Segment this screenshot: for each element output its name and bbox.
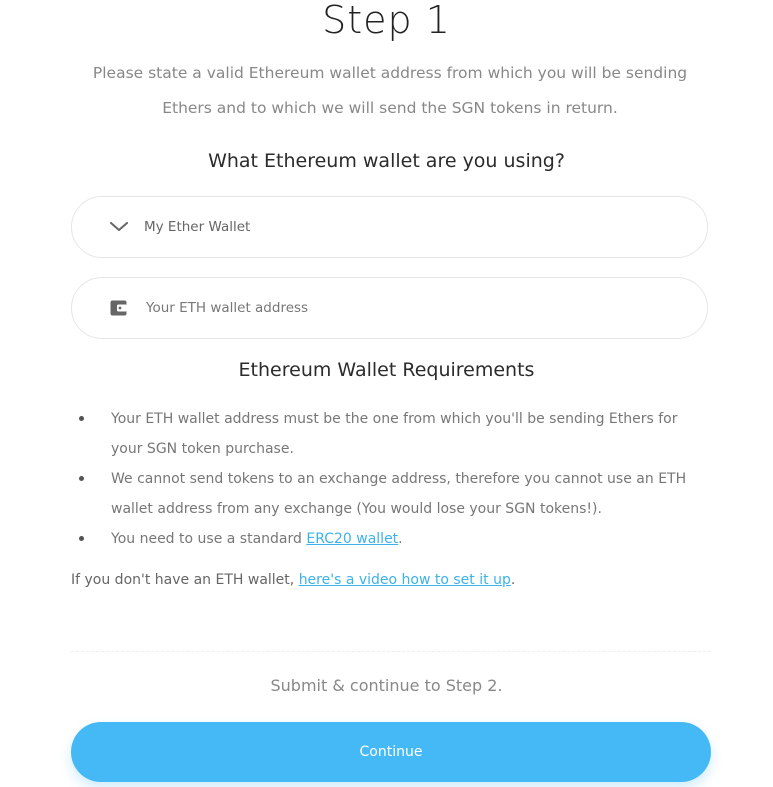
chevron-down-icon bbox=[108, 216, 130, 238]
list-item: We cannot send tokens to an exchange add… bbox=[71, 464, 711, 524]
setup-video-link[interactable]: here's a video how to set it up bbox=[299, 572, 511, 588]
bullet bbox=[79, 416, 84, 421]
wallet-address-field bbox=[71, 277, 708, 339]
requirements-title: Ethereum Wallet Requirements bbox=[238, 359, 535, 381]
bullet bbox=[79, 476, 84, 481]
continue-button[interactable]: Continue bbox=[71, 722, 711, 782]
list-item: Your ETH wallet address must be the one … bbox=[71, 404, 711, 464]
requirement-text-end: . bbox=[398, 531, 403, 547]
page-title: Step 1 bbox=[322, 0, 451, 42]
requirements-list: Your ETH wallet address must be the one … bbox=[71, 404, 711, 554]
submit-note: Submit & continue to Step 2. bbox=[270, 676, 503, 695]
wallet-icon bbox=[108, 297, 130, 319]
erc20-wallet-link[interactable]: ERC20 wallet bbox=[306, 531, 398, 547]
requirement-text: Your ETH wallet address must be the one … bbox=[111, 411, 678, 457]
list-item: You need to use a standard ERC20 wallet. bbox=[71, 524, 711, 554]
no-wallet-text: If you don't have an ETH wallet, bbox=[71, 572, 299, 588]
wallet-question: What Ethereum wallet are you using? bbox=[208, 150, 565, 172]
intro-text: Please state a valid Ethereum wallet add… bbox=[92, 64, 688, 117]
requirement-text: You need to use a standard bbox=[111, 531, 307, 547]
no-wallet-text-end: . bbox=[510, 572, 516, 588]
wallet-type-selected: My Ether Wallet bbox=[144, 219, 251, 235]
no-wallet-note: If you don't have an ETH wallet, here's … bbox=[71, 572, 515, 588]
wallet-type-select[interactable]: My Ether Wallet bbox=[71, 196, 708, 258]
wallet-address-input[interactable] bbox=[144, 299, 648, 317]
bullet bbox=[79, 536, 84, 541]
requirement-text: We cannot send tokens to an exchange add… bbox=[111, 471, 687, 517]
divider bbox=[71, 651, 711, 652]
